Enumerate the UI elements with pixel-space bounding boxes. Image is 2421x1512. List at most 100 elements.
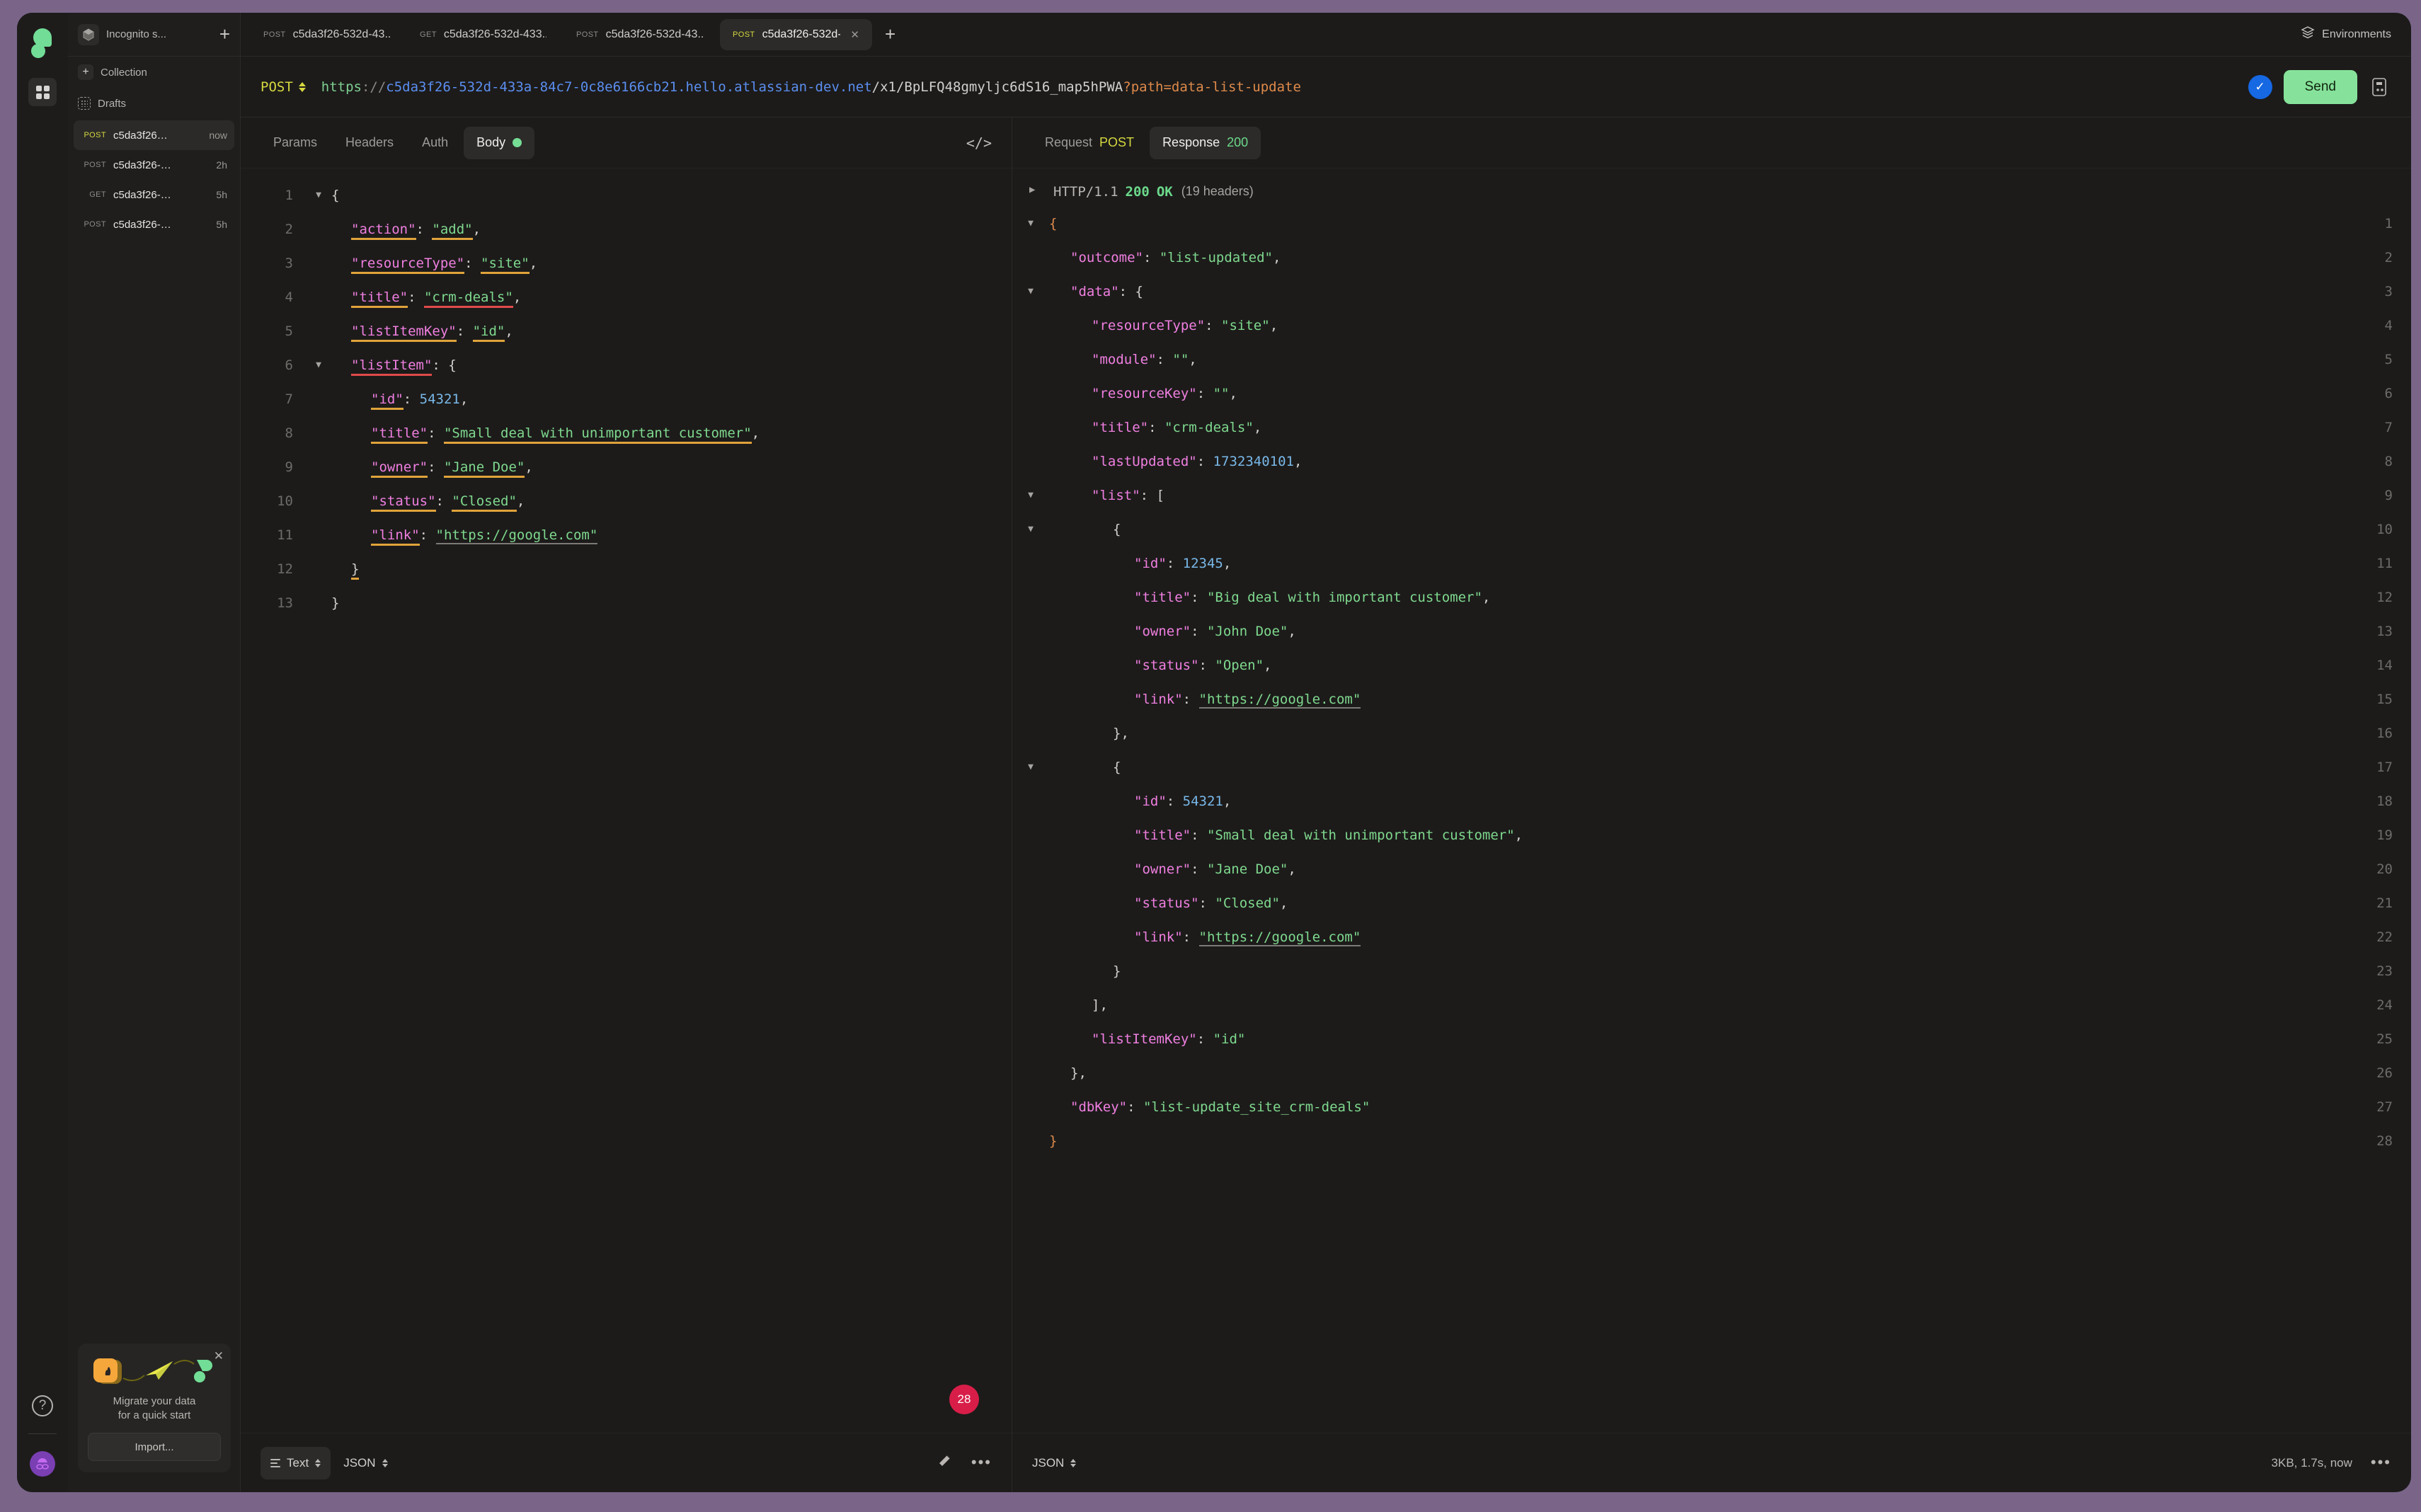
- line-number: 5: [2384, 352, 2393, 367]
- url-input[interactable]: https://c5da3f26-532d-433a-84c7-0c8e6166…: [321, 79, 2248, 95]
- fold-toggle-icon[interactable]: ▼: [1012, 275, 1049, 309]
- code-line: "link": "https://google.com" 15: [1012, 682, 2411, 716]
- fold-toggle-icon[interactable]: [1012, 682, 1049, 716]
- request-tab[interactable]: POST c5da3f26-532d-43...: [563, 19, 716, 50]
- body-format-select[interactable]: Text: [261, 1446, 331, 1479]
- fold-toggle-icon[interactable]: ▼: [1012, 207, 1049, 241]
- fold-toggle-icon[interactable]: [1012, 1022, 1049, 1056]
- fold-toggle-icon[interactable]: [306, 552, 331, 586]
- request-tab-auth[interactable]: Auth: [409, 127, 461, 159]
- tab-label: c5da3f26-532d-433...: [443, 28, 546, 40]
- fold-toggle-icon[interactable]: [1012, 852, 1049, 886]
- fold-toggle-icon[interactable]: [306, 484, 331, 518]
- new-workspace-button[interactable]: +: [219, 25, 230, 43]
- response-tab-request[interactable]: Request POST: [1032, 127, 1147, 159]
- fold-toggle-icon[interactable]: [1012, 1056, 1049, 1090]
- help-circle-icon[interactable]: ?: [32, 1395, 53, 1416]
- fold-toggle-icon[interactable]: [1012, 1090, 1049, 1124]
- request-tab-body[interactable]: Body: [464, 126, 535, 159]
- send-button[interactable]: Send: [2283, 69, 2357, 104]
- fold-toggle-icon[interactable]: ▼: [306, 348, 331, 382]
- fold-toggle-icon[interactable]: [306, 416, 331, 450]
- request-tab[interactable]: GET c5da3f26-532d-433...: [407, 19, 559, 50]
- http-method-select[interactable]: POST: [261, 79, 321, 95]
- fold-toggle-icon[interactable]: [1012, 445, 1049, 479]
- fold-toggle-icon[interactable]: ▼: [306, 178, 331, 212]
- request-body-editor[interactable]: 1 ▼{2 "action": "add", 3 "resourceType": "si…: [241, 168, 1012, 1433]
- fold-toggle-icon[interactable]: [1012, 241, 1049, 275]
- fold-toggle-icon[interactable]: [306, 314, 331, 348]
- fold-toggle-icon[interactable]: [1012, 411, 1049, 445]
- new-collection-button[interactable]: + Collection: [68, 57, 240, 88]
- draft-request-item[interactable]: GET c5da3f26-… 5h: [74, 180, 234, 210]
- close-icon[interactable]: ✕: [214, 1349, 224, 1363]
- save-request-icon[interactable]: [2357, 77, 2401, 97]
- fold-toggle-icon[interactable]: [1012, 920, 1049, 954]
- plus-icon: +: [78, 64, 93, 80]
- line-number: 2: [285, 222, 293, 237]
- request-tab-params[interactable]: Params: [261, 127, 330, 159]
- draft-request-item[interactable]: POST c5da3f26… now: [74, 120, 234, 150]
- more-horizontal-icon[interactable]: •••: [2371, 1455, 2391, 1470]
- fold-toggle-icon[interactable]: [1012, 886, 1049, 920]
- fold-toggle-icon[interactable]: [306, 586, 331, 620]
- fold-toggle-icon[interactable]: [1012, 818, 1049, 852]
- fold-toggle-icon[interactable]: [1012, 580, 1049, 614]
- code-line: 1 ▼{: [241, 178, 1012, 212]
- environments-selector[interactable]: Environments: [2301, 25, 2401, 43]
- more-horizontal-icon[interactable]: •••: [971, 1455, 992, 1470]
- error-count-badge[interactable]: 28: [949, 1385, 979, 1414]
- code-line: 2 "action": "add",: [241, 212, 1012, 246]
- fold-toggle-icon[interactable]: [306, 382, 331, 416]
- code-brackets-icon[interactable]: </>: [966, 134, 992, 151]
- response-tab-response[interactable]: Response 200: [1150, 126, 1261, 159]
- check-circle-icon[interactable]: ✓: [2248, 74, 2272, 99]
- line-number: 11: [2376, 556, 2393, 571]
- new-tab-button[interactable]: +: [876, 25, 904, 43]
- fold-toggle-icon[interactable]: [1012, 954, 1049, 988]
- close-icon[interactable]: ✕: [850, 28, 859, 41]
- response-content-type-select[interactable]: JSON: [1032, 1447, 1086, 1479]
- fold-toggle-icon[interactable]: [306, 212, 331, 246]
- fold-toggle-icon[interactable]: ▼: [1012, 750, 1049, 784]
- fold-toggle-icon[interactable]: [306, 518, 331, 552]
- response-status-line[interactable]: ▶ HTTP/1.1 200 OK (19 headers): [1012, 168, 2411, 207]
- code-line: 11 "link": "https://google.com": [241, 518, 1012, 552]
- code-line: ▼ {17: [1012, 750, 2411, 784]
- fold-toggle-icon[interactable]: [306, 246, 331, 280]
- workspace-header[interactable]: Incognito s... +: [68, 13, 240, 57]
- magic-wand-icon[interactable]: [936, 1453, 953, 1473]
- draft-request-item[interactable]: POST c5da3f26-… 2h: [74, 150, 234, 180]
- fold-toggle-icon[interactable]: [1012, 377, 1049, 411]
- fold-toggle-icon[interactable]: [1012, 614, 1049, 648]
- incognito-avatar[interactable]: [30, 1451, 55, 1477]
- tab-method-badge: POST: [263, 30, 286, 39]
- fold-toggle-icon[interactable]: [1012, 343, 1049, 377]
- fold-toggle-icon[interactable]: [1012, 1124, 1049, 1158]
- import-button[interactable]: Import...: [88, 1433, 221, 1461]
- fold-toggle-icon[interactable]: [1012, 784, 1049, 818]
- code-line: "module": "", 5: [1012, 343, 2411, 377]
- content-type-select[interactable]: JSON: [343, 1447, 397, 1479]
- request-tab-headers[interactable]: Headers: [333, 127, 406, 159]
- fold-toggle-icon[interactable]: [1012, 309, 1049, 343]
- fold-toggle-icon[interactable]: [306, 280, 331, 314]
- fold-toggle-icon[interactable]: [1012, 988, 1049, 1022]
- code-text: {: [1113, 522, 1121, 537]
- chevron-right-icon[interactable]: ▶: [1029, 184, 1053, 200]
- fold-toggle-icon[interactable]: [1012, 716, 1049, 750]
- code-text: "status": "Open",: [1134, 658, 1272, 673]
- fold-toggle-icon[interactable]: [306, 450, 331, 484]
- drafts-section-header[interactable]: Drafts: [68, 88, 240, 119]
- code-text: "id": 54321,: [1134, 794, 1232, 809]
- response-body-viewer[interactable]: ▼{1 "outcome": "list-updated", 2 ▼ "data": {…: [1012, 207, 2411, 1433]
- request-tab[interactable]: POST c5da3f26-532d-43... ✕: [720, 18, 872, 50]
- fold-toggle-icon[interactable]: ▼: [1012, 512, 1049, 546]
- request-tab[interactable]: POST c5da3f26-532d-43...: [251, 19, 403, 50]
- apps-grid-button[interactable]: [28, 78, 57, 106]
- line-number: 12: [2376, 590, 2393, 605]
- fold-toggle-icon[interactable]: [1012, 546, 1049, 580]
- draft-request-item[interactable]: POST c5da3f26-… 5h: [74, 210, 234, 239]
- fold-toggle-icon[interactable]: ▼: [1012, 479, 1049, 512]
- fold-toggle-icon[interactable]: [1012, 648, 1049, 682]
